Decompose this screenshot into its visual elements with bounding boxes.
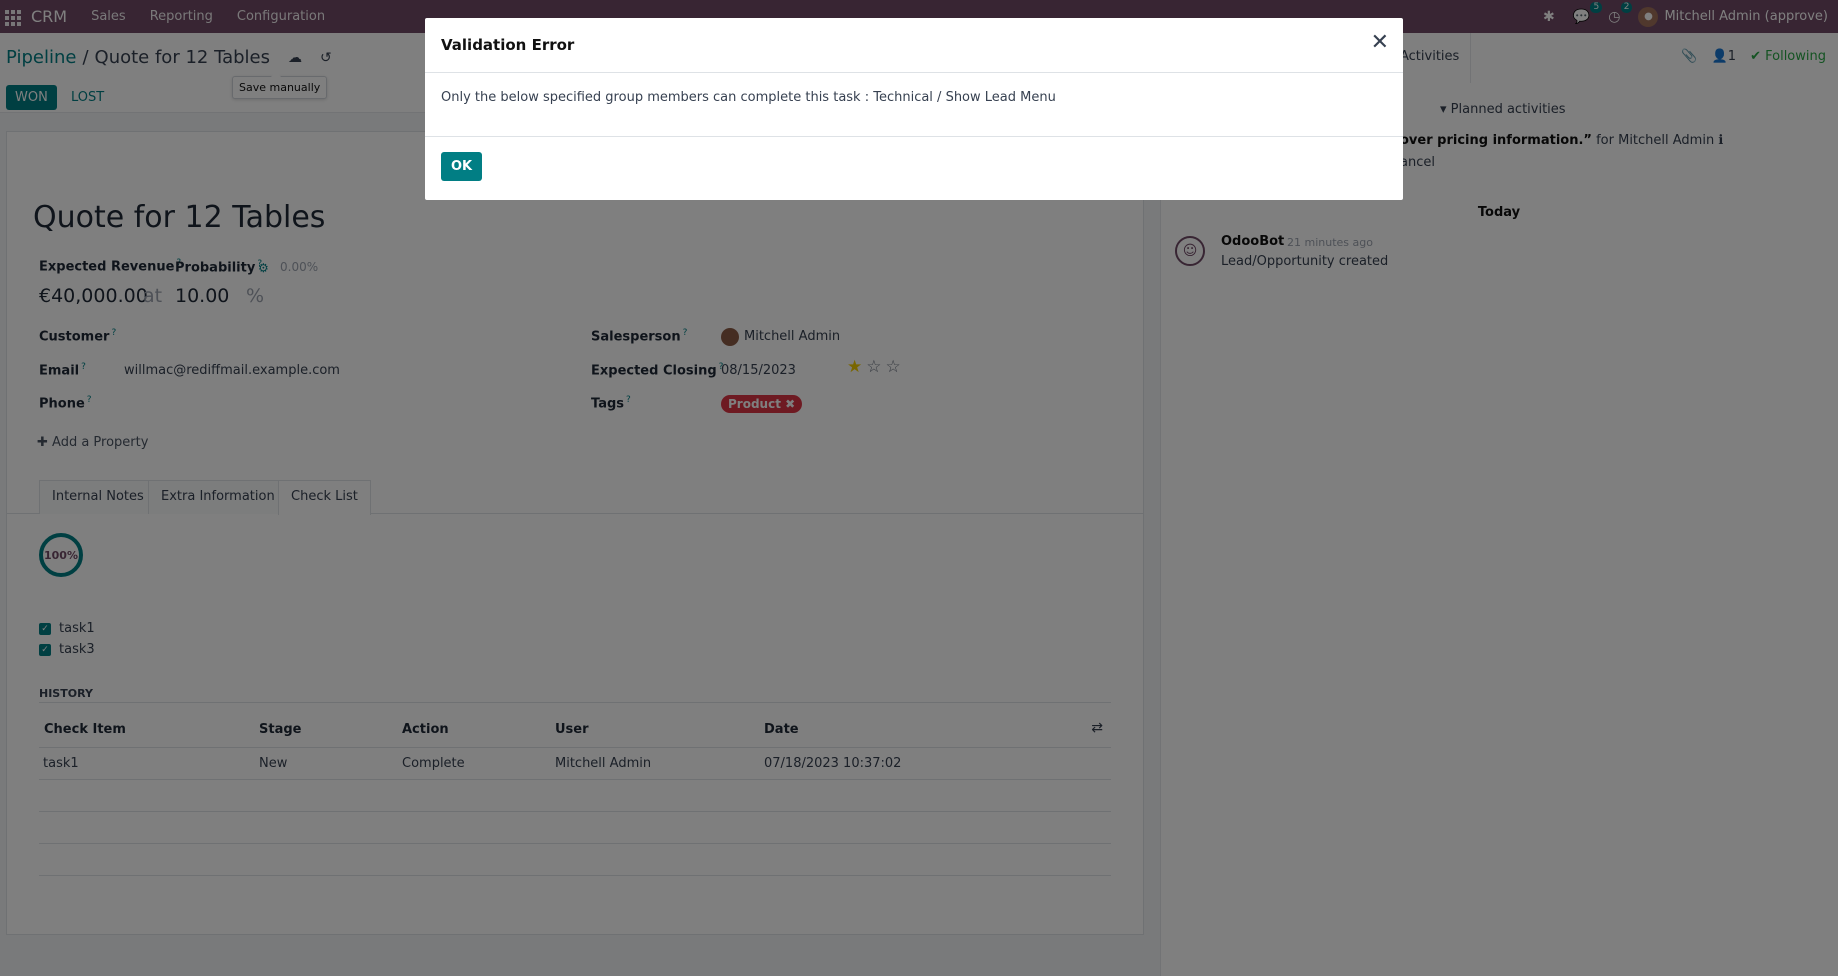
ok-button[interactable]: OK (441, 152, 483, 181)
modal-header: Validation Error ✕ (425, 18, 1403, 73)
modal-body: Only the below specified group members c… (425, 73, 1403, 137)
modal-title: Validation Error (441, 36, 575, 54)
close-icon[interactable]: ✕ (1371, 30, 1389, 55)
error-message: Only the below specified group members c… (441, 90, 1056, 105)
modal-footer: OK (425, 137, 1403, 199)
validation-error-dialog: Validation Error ✕ Only the below specif… (425, 18, 1403, 200)
